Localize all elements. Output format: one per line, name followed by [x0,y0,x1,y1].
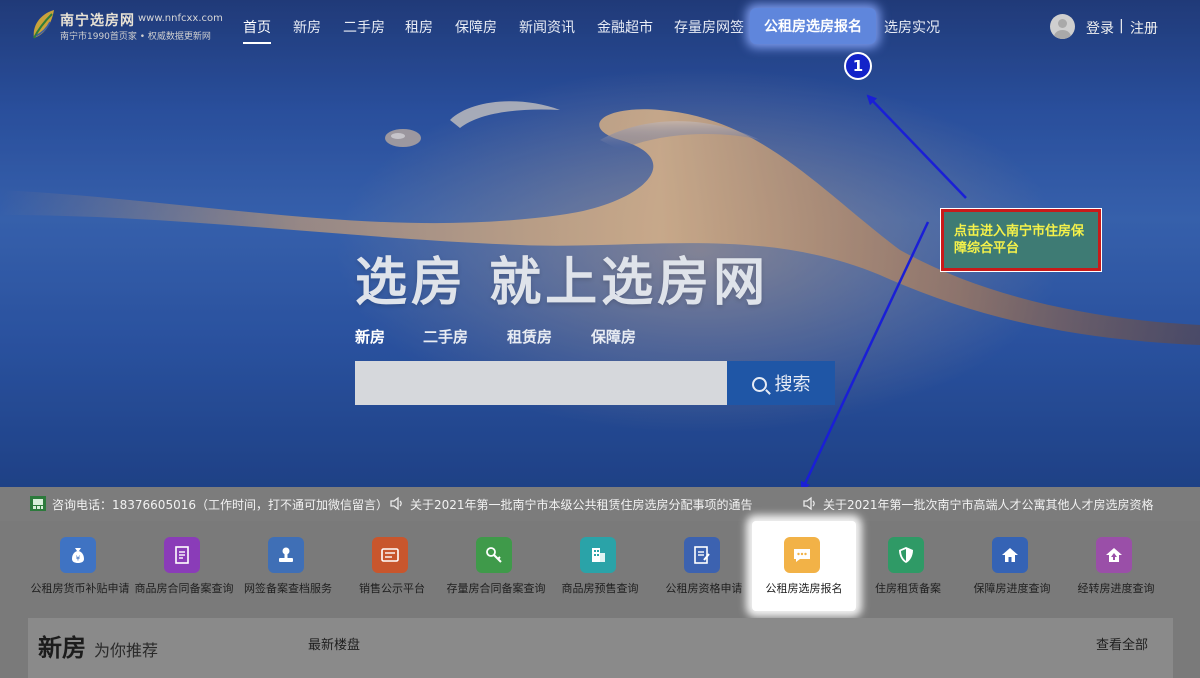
search-button-label: 搜索 [774,374,811,395]
logo-domain: www.nnfcxx.com [138,13,223,24]
money-bag-icon: ¥ [60,537,96,573]
phone-icon [30,496,46,511]
notice-link-1[interactable]: 关于2021年第一批南宁市本级公共租赁住房选房分配事项的通告 [410,496,780,513]
login-link[interactable]: 登录 [1086,18,1114,38]
latest-projects-tab[interactable]: 最新楼盘 [308,634,360,653]
nav-second-hand[interactable]: 二手房 [343,17,385,37]
search-input[interactable] [355,361,727,405]
nav-rent[interactable]: 租房 [405,17,433,37]
avatar[interactable] [1050,14,1075,39]
service-label: 存量房合同备案查询 [446,582,546,595]
search-tab-lease[interactable]: 租赁房 [507,326,552,347]
nav-public-rental-signup[interactable]: 公租房选房报名 [750,8,876,44]
building-icon [580,537,616,573]
nav-existing-sign[interactable]: 存量房网签 [674,17,744,37]
logo-slogan: 南宁市1990首页家 • 权威数据更新网 [60,32,211,42]
stamp-icon [268,537,304,573]
speaker-icon [390,496,402,511]
service-filing-archive[interactable]: 网签备案查档服务 [236,521,340,611]
service-rental-qualification[interactable]: 公租房资格申请 [652,521,756,611]
contract-icon [164,537,200,573]
chat-icon [784,537,820,573]
notice-link-2[interactable]: 关于2021年第一批次南宁市高端人才公寓其他人才房选房资格 [823,496,1193,513]
service-label: 公租房选房报名 [765,582,843,595]
search-button[interactable]: 搜索 [727,361,835,405]
service-rent-subsidy[interactable]: ¥ 公租房货币补贴申请 [28,521,132,611]
annotation-callout: 点击进入南宁市住房保障综合平台 [940,208,1102,272]
service-label: 商品房合同备案查询 [134,582,234,595]
info-bar: 咨询电话：18376605016（工作时间，打不通可加微信留言） 关于2021年… [0,487,1200,521]
service-affordable-progress[interactable]: 保障房进度查询 [960,521,1064,611]
login-separator: | [1119,18,1124,34]
service-contract-query[interactable]: 商品房合同备案查询 [132,521,236,611]
speaker-icon [803,496,815,511]
service-label: 商品房预售查询 [561,582,639,595]
site-logo[interactable]: 南宁选房网 www.nnfcxx.com 南宁市1990首页家 • 权威数据更新… [30,8,223,44]
register-link[interactable]: 注册 [1130,18,1158,38]
nav-affordable-housing[interactable]: 保障房 [455,17,497,37]
service-label: 经转房进度查询 [1077,582,1155,595]
service-existing-contract[interactable]: 存量房合同备案查询 [444,521,548,611]
service-label: 公租房货币补贴申请 [30,582,130,595]
logo-leaf-icon [33,10,54,39]
service-label: 住房租赁备案 [875,582,941,595]
house-up-icon [1096,537,1132,573]
consult-phone: 咨询电话：18376605016（工作时间，打不通可加微信留言） [52,498,388,512]
search-tab-affordable[interactable]: 保障房 [591,326,636,347]
nav-new-homes[interactable]: 新房 [293,17,321,37]
view-all-link[interactable]: 查看全部 [1096,634,1148,653]
nav-home[interactable]: 首页 [243,17,271,44]
logo-name: 南宁选房网 [60,13,135,29]
house-icon [992,537,1028,573]
service-label: 销售公示平台 [359,582,425,595]
service-presale-query[interactable]: 商品房预售查询 [548,521,652,611]
service-grid: ¥ 公租房货币补贴申请 商品房合同备案查询 网签备案查档服务 销售公示平台 存量… [0,521,1200,611]
search-icon [751,377,767,392]
search-tab-new[interactable]: 新房 [355,326,385,347]
key-icon [476,537,512,573]
service-label: 网签备案查档服务 [244,582,332,595]
shield-icon [888,537,924,573]
nav-live-selection[interactable]: 选房实况 [884,17,940,37]
step-badge-1: 1 [844,52,872,80]
ticket-icon [372,537,408,573]
service-lease-filing[interactable]: 住房租赁备案 [856,521,960,611]
top-nav: 南宁选房网 www.nnfcxx.com 南宁市1990首页家 • 权威数据更新… [0,0,1200,52]
new-homes-section: 新房 为你推荐 最新楼盘 查看全部 [28,618,1173,678]
nav-news[interactable]: 新闻资讯 [519,17,575,37]
hero-slogan: 选房 就上选房网 [355,253,770,313]
service-sales-publicity[interactable]: 销售公示平台 [340,521,444,611]
form-icon [684,537,720,573]
service-transfer-progress[interactable]: 经转房进度查询 [1064,521,1168,611]
section-title: 新房 [38,634,86,662]
service-label: 保障房进度查询 [973,582,1051,595]
search-tab-second-hand[interactable]: 二手房 [423,326,468,347]
svg-text:¥: ¥ [76,555,81,563]
section-subtitle: 为你推荐 [94,641,159,660]
nav-finance-market[interactable]: 金融超市 [597,17,653,37]
service-rental-selection-signup[interactable]: 公租房选房报名 [752,521,856,611]
